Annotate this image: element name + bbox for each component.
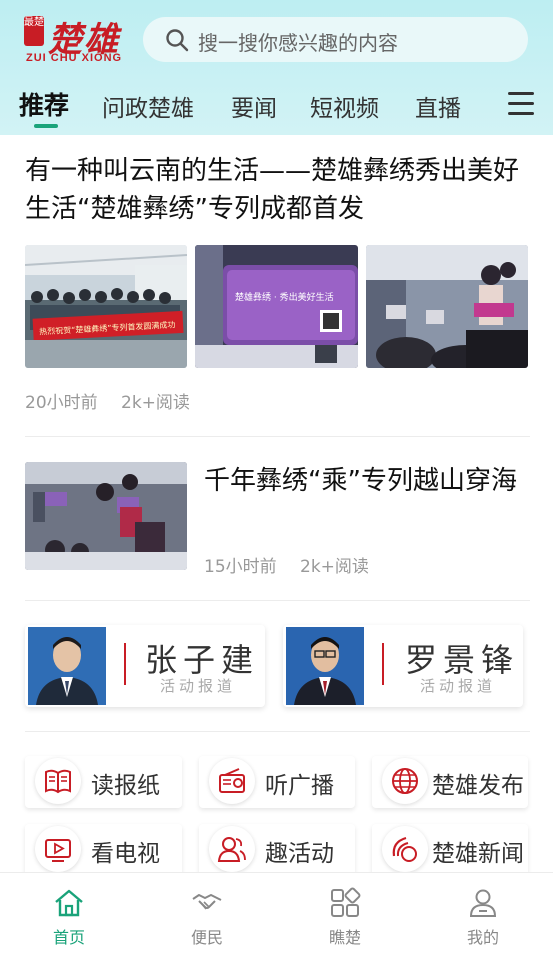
nav-profile[interactable]: 我的: [414, 873, 552, 954]
user-icon: [469, 889, 497, 917]
divider: [382, 643, 384, 685]
article-image[interactable]: 热烈祝贺“楚雄彝绣”专列首发圆满成功: [25, 245, 187, 368]
people-icon: [217, 837, 246, 862]
divider: [25, 600, 530, 601]
leader-subtitle: 活动报道: [160, 677, 237, 695]
article-title[interactable]: 千年彝绣“乘”专列越山穿海: [204, 462, 524, 500]
image-caption: 楚雄彝绣 · 秀出美好生活: [235, 291, 334, 303]
service-listen-radio[interactable]: 听广播: [199, 756, 355, 808]
divider: [124, 643, 126, 685]
nav-label: 便民: [190, 928, 223, 947]
service-read-newspaper[interactable]: 读报纸: [25, 756, 182, 808]
app-header: 最楚 楚雄 ZUI CHU XIONG 搜一搜你感兴趣的内容 推荐 问政楚雄 要…: [0, 0, 553, 135]
nav-convenience[interactable]: 便民: [138, 873, 276, 954]
brand-logo[interactable]: 最楚 楚雄 ZUI CHU XIONG: [22, 12, 132, 68]
article-title[interactable]: 有一种叫云南的生活——楚雄彝绣秀出美好生活“楚雄彝绣”专列成都首发: [25, 152, 530, 228]
globe-icon: [392, 768, 418, 794]
tv-icon-wrap: [35, 826, 81, 872]
nav-discover[interactable]: 瞧楚: [276, 873, 414, 954]
article-reads: 2k+阅读: [300, 557, 369, 577]
avatar: [28, 627, 106, 705]
active-tab-indicator: [34, 124, 58, 128]
search-icon: [166, 29, 189, 52]
search-placeholder: 搜一搜你感兴趣的内容: [198, 31, 398, 55]
article-time: 20小时前: [25, 393, 98, 413]
brand-seal: 最楚: [24, 16, 44, 46]
avatar: [286, 627, 364, 705]
home-icon: [55, 889, 83, 917]
category-tabs: 推荐 问政楚雄 要闻 短视频 直播: [0, 86, 553, 130]
nav-label: 瞧楚: [328, 928, 361, 947]
people-icon-wrap: [209, 826, 255, 872]
tab-short-video[interactable]: 短视频: [310, 89, 379, 123]
nav-label: 首页: [52, 928, 85, 947]
article-image[interactable]: [366, 245, 528, 368]
brand-subtitle: ZUI CHU XIONG: [26, 52, 123, 64]
article-image[interactable]: 楚雄彝绣 · 秀出美好生活: [195, 245, 358, 368]
leader-subtitle: 活动报道: [420, 677, 497, 695]
service-label: 楚雄发布: [432, 773, 524, 799]
article-reads: 2k+阅读: [121, 393, 190, 413]
leader-card[interactable]: 张子建 活动报道: [25, 625, 265, 707]
nav-home[interactable]: 首页: [0, 873, 138, 954]
grid-icon: [331, 887, 361, 917]
search-bar[interactable]: 搜一搜你感兴趣的内容: [143, 17, 528, 62]
divider: [25, 731, 530, 732]
newspaper-icon: [45, 769, 71, 794]
article-time: 15小时前: [204, 557, 277, 577]
news-swirl-icon: [392, 836, 417, 862]
newspaper-icon-wrap: [35, 758, 81, 804]
tab-recommend[interactable]: 推荐: [19, 86, 69, 122]
article-thumbnail[interactable]: [25, 462, 187, 570]
tab-wenzheng[interactable]: 问政楚雄: [102, 89, 194, 123]
tab-news[interactable]: 要闻: [231, 89, 277, 123]
menu-icon[interactable]: [508, 92, 534, 116]
tab-live[interactable]: 直播: [415, 89, 461, 123]
service-label: 看电视: [91, 841, 160, 867]
news-swirl-icon-wrap: [382, 826, 428, 872]
radio-icon: [219, 768, 245, 793]
leader-card[interactable]: 罗景锋 活动报道: [283, 625, 523, 707]
service-watch-tv[interactable]: 看电视: [25, 824, 182, 876]
handshake-icon: [192, 894, 222, 910]
service-label: 读报纸: [91, 773, 160, 799]
tv-icon: [45, 839, 71, 862]
divider: [25, 436, 530, 437]
nav-label: 我的: [466, 928, 499, 947]
bottom-navigation: 首页 便民 瞧楚 我的: [0, 872, 553, 954]
service-label: 趣活动: [265, 841, 334, 867]
service-label: 楚雄新闻: [432, 841, 524, 867]
globe-icon-wrap: [382, 758, 428, 804]
service-fun-activities[interactable]: 趣活动: [199, 824, 355, 876]
service-label: 听广播: [265, 773, 334, 799]
service-chuxiong-news[interactable]: 楚雄新闻: [372, 824, 528, 876]
radio-icon-wrap: [209, 758, 255, 804]
service-chuxiong-release[interactable]: 楚雄发布: [372, 756, 528, 808]
